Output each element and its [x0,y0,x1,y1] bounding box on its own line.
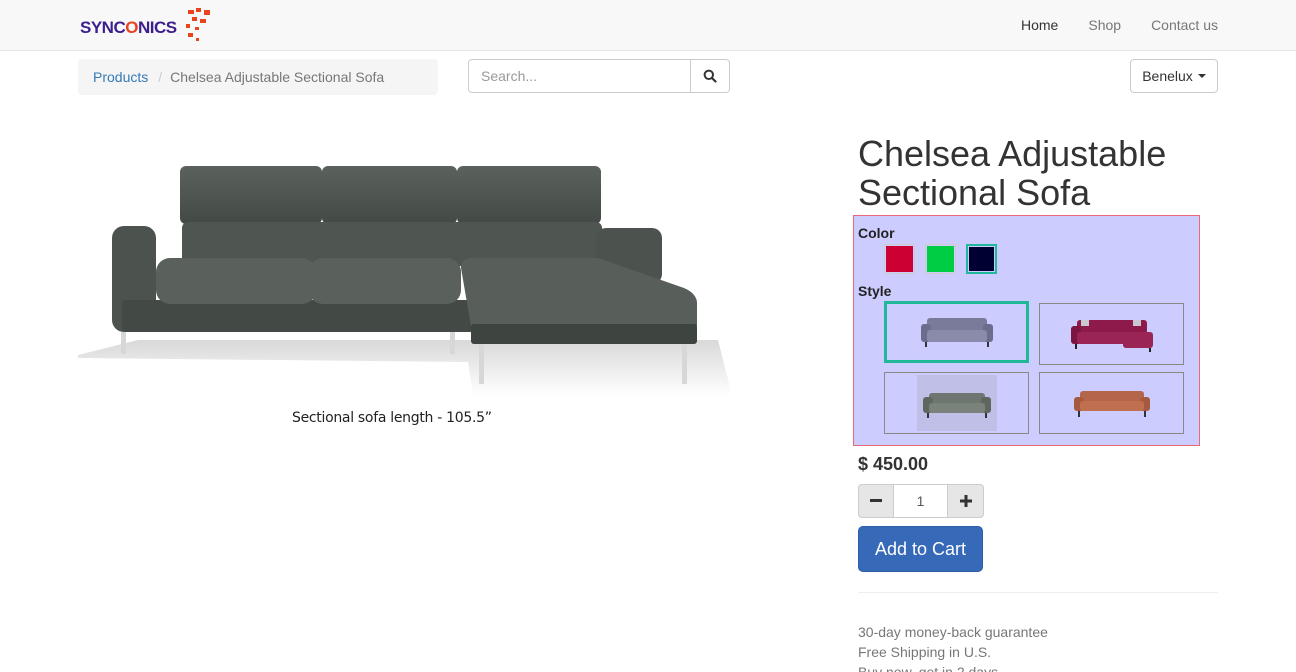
navbar: SYNCONICS Home Shop Contact us [0,0,1296,51]
style-option-grey-lavender[interactable] [884,301,1029,363]
style-option-grey-green[interactable] [884,372,1029,434]
brand-logo-text: SYNCONICS [80,18,177,37]
term-money-back: 30-day money-back guarantee [858,624,1048,640]
nav-home[interactable]: Home [1021,17,1058,33]
add-to-cart-button[interactable]: Add to Cart [858,526,983,572]
breadcrumb-products-link[interactable]: Products [93,69,148,85]
sofa-thumbnail-icon [916,375,997,431]
style-option-terracotta[interactable] [1039,372,1184,434]
term-delivery: Buy now, get in 2 days [858,664,999,672]
quantity-decrease-button[interactable] [858,484,894,518]
logo-sparkle-icon [186,8,210,41]
brand-logo[interactable]: SYNCONICS [80,6,220,44]
pricelist-dropdown[interactable]: Benelux [1130,59,1218,93]
sofa-thumbnail-icon [920,318,993,347]
sofa-thumbnail-icon [1070,320,1153,352]
divider [858,592,1218,593]
color-swatch-red[interactable] [884,244,915,274]
color-swatch-green[interactable] [925,244,956,274]
breadcrumb-current: Chelsea Adjustable Sectional Sofa [170,69,385,85]
search-input[interactable] [468,59,692,93]
sofa-thumbnail-icon [1073,391,1150,417]
product-price: $ 450.00 [858,454,929,474]
quantity-increase-button[interactable] [947,484,984,518]
pricelist-selected: Benelux [1142,68,1193,84]
nav-contact-us[interactable]: Contact us [1151,17,1218,33]
main-nav: Home Shop Contact us [1021,17,1218,33]
caret-down-icon [1197,74,1206,78]
breadcrumb: Products / Chelsea Adjustable Sectional So… [78,59,438,95]
search-icon [703,69,717,83]
sofa-illustration [78,166,732,396]
breadcrumb-separator: / [158,69,163,85]
style-label: Style [858,283,892,299]
image-caption: Sectional sofa length - 105.5” [292,410,492,426]
color-label: Color [858,225,895,241]
minus-icon [870,499,882,502]
style-option-magenta-sectional[interactable] [1039,303,1184,365]
variant-selector: Color Style [853,215,1200,446]
product-title: Chelsea Adjustable Sectional Sofa [858,133,1167,213]
term-free-shipping: Free Shipping in U.S. [858,644,992,660]
color-swatch-navy[interactable] [966,244,997,274]
quantity-input[interactable] [894,484,947,518]
quantity-stepper [858,484,984,518]
search-form [468,59,730,93]
product-image [78,140,732,440]
plus-icon [959,495,972,507]
nav-shop[interactable]: Shop [1088,17,1121,33]
product-terms: 30-day money-back guarantee Free Shippin… [858,622,1048,672]
search-button[interactable] [691,59,730,93]
